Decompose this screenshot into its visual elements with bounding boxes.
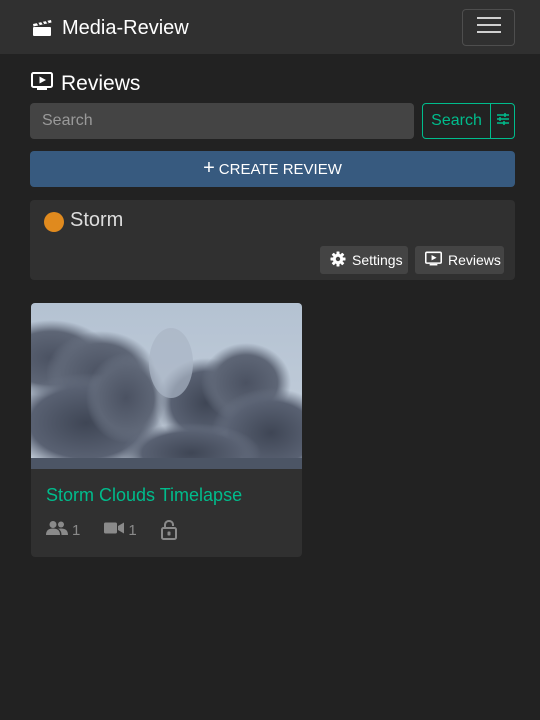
hamburger-icon <box>476 15 501 40</box>
play-screen-icon <box>31 72 53 96</box>
brand-link[interactable]: Media-Review <box>32 15 189 41</box>
page-title: Reviews <box>31 71 140 97</box>
menu-toggle-button[interactable] <box>462 9 515 46</box>
search-button[interactable]: Search <box>423 104 491 138</box>
plus-icon: + <box>203 157 215 179</box>
media-card[interactable]: Storm Clouds Timelapse 1 1 <box>31 303 302 557</box>
media-thumbnail[interactable] <box>31 303 302 469</box>
media-title-link[interactable]: Storm Clouds Timelapse <box>46 485 242 506</box>
settings-label: Settings <box>352 252 403 268</box>
lock-open-icon <box>160 520 177 540</box>
reviews-button[interactable]: Reviews <box>415 246 504 274</box>
page-title-text: Reviews <box>61 72 141 95</box>
navbar: Media-Review <box>0 0 540 54</box>
project-name: Storm <box>70 209 124 231</box>
reviews-label: Reviews <box>448 252 501 268</box>
search-button-group: Search <box>422 103 515 139</box>
media-meta: 1 1 <box>46 519 201 541</box>
status-dot <box>44 212 64 232</box>
members-count-value: 1 <box>72 521 81 539</box>
members-count: 1 <box>46 520 80 540</box>
videos-count: 1 <box>104 521 137 539</box>
project-card: Storm Settings Reviews <box>30 200 515 280</box>
search-input[interactable] <box>30 103 414 139</box>
settings-button[interactable]: Settings <box>320 246 408 274</box>
create-review-label: CREATE REVIEW <box>218 160 342 178</box>
gear-icon <box>330 251 346 270</box>
users-icon <box>46 520 68 540</box>
video-camera-icon <box>104 521 125 539</box>
create-review-button[interactable]: + CREATE REVIEW <box>30 151 515 187</box>
sliders-icon <box>496 112 510 131</box>
clapperboard-icon <box>32 19 52 37</box>
filter-button[interactable] <box>491 104 514 138</box>
play-screen-icon <box>425 251 442 269</box>
videos-count-value: 1 <box>128 521 137 539</box>
brand-title: Media-Review <box>62 16 189 39</box>
